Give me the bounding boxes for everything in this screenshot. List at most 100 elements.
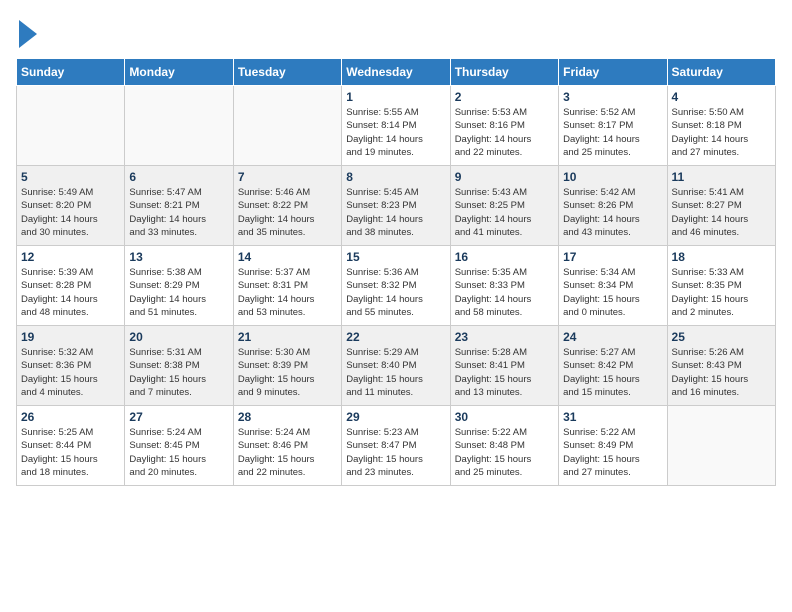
logo [16, 16, 37, 48]
day-number: 2 [455, 90, 554, 104]
day-info: Sunrise: 5:32 AM Sunset: 8:36 PM Dayligh… [21, 346, 120, 399]
day-info: Sunrise: 5:43 AM Sunset: 8:25 PM Dayligh… [455, 186, 554, 239]
day-number: 22 [346, 330, 445, 344]
calendar-cell: 19Sunrise: 5:32 AM Sunset: 8:36 PM Dayli… [17, 326, 125, 406]
day-info: Sunrise: 5:30 AM Sunset: 8:39 PM Dayligh… [238, 346, 337, 399]
calendar-cell: 28 Sunrise: 5:24 AM Sunset: 8:46 PM Dayli… [233, 406, 341, 486]
calendar-cell: 2 Sunrise: 5:53 AM Sunset: 8:16 PM Daylig… [450, 86, 558, 166]
day-info: Sunrise: 5:41 AM Sunset: 8:27 PM Dayligh… [672, 186, 771, 239]
calendar-cell: 30 Sunrise: 5:22 AM Sunset: 8:48 PM Dayli… [450, 406, 558, 486]
calendar-cell: 5 Sunrise: 5:49 AM Sunset: 8:20 PM Daylig… [17, 166, 125, 246]
day-info: Sunrise: 5:39 AM Sunset: 8:28 PM Dayligh… [21, 266, 120, 319]
calendar-cell: 1 Sunrise: 5:55 AM Sunset: 8:14 PM Daylig… [342, 86, 450, 166]
day-info: Sunrise: 5:29 AM Sunset: 8:40 PM Dayligh… [346, 346, 445, 399]
day-info: Sunrise: 5:24 AM Sunset: 8:45 PM Dayligh… [129, 426, 228, 479]
day-number: 5 [21, 170, 120, 184]
day-info: Sunrise: 5:37 AM Sunset: 8:31 PM Dayligh… [238, 266, 337, 319]
calendar-cell: 25 Sunrise: 5:26 AM Sunset: 8:43 PM Dayli… [667, 326, 775, 406]
calendar-cell: 7 Sunrise: 5:46 AM Sunset: 8:22 PM Daylig… [233, 166, 341, 246]
day-number: 16 [455, 250, 554, 264]
day-info: Sunrise: 5:52 AM Sunset: 8:17 PM Dayligh… [563, 106, 662, 159]
day-number: 1 [346, 90, 445, 104]
calendar-cell: 31 Sunrise: 5:22 AM Sunset: 8:49 PM Dayli… [559, 406, 667, 486]
calendar-cell: 3 Sunrise: 5:52 AM Sunset: 8:17 PM Daylig… [559, 86, 667, 166]
day-number: 28 [238, 410, 337, 424]
day-number: 30 [455, 410, 554, 424]
day-number: 7 [238, 170, 337, 184]
day-number: 20 [129, 330, 228, 344]
calendar-cell: 20 Sunrise: 5:31 AM Sunset: 8:38 PM Dayli… [125, 326, 233, 406]
day-info: Sunrise: 5:24 AM Sunset: 8:46 PM Dayligh… [238, 426, 337, 479]
calendar-cell: 18Sunrise: 5:33 AM Sunset: 8:35 PM Dayli… [667, 246, 775, 326]
day-info: Sunrise: 5:28 AM Sunset: 8:41 PM Dayligh… [455, 346, 554, 399]
day-info: Sunrise: 5:45 AM Sunset: 8:23 PM Dayligh… [346, 186, 445, 239]
day-info: Sunrise: 5:38 AM Sunset: 8:29 PM Dayligh… [129, 266, 228, 319]
col-header-monday: Monday [125, 59, 233, 86]
calendar-cell [17, 86, 125, 166]
day-number: 18 [672, 250, 771, 264]
day-number: 4 [672, 90, 771, 104]
calendar-cell: 6 Sunrise: 5:47 AM Sunset: 8:21 PM Daylig… [125, 166, 233, 246]
calendar-cell: 29Sunrise: 5:23 AM Sunset: 8:47 PM Dayli… [342, 406, 450, 486]
day-info: Sunrise: 5:35 AM Sunset: 8:33 PM Dayligh… [455, 266, 554, 319]
day-number: 25 [672, 330, 771, 344]
calendar-cell: 11 Sunrise: 5:41 AM Sunset: 8:27 PM Dayli… [667, 166, 775, 246]
col-header-friday: Friday [559, 59, 667, 86]
calendar-cell: 15 Sunrise: 5:36 AM Sunset: 8:32 PM Dayli… [342, 246, 450, 326]
day-number: 21 [238, 330, 337, 344]
col-header-saturday: Saturday [667, 59, 775, 86]
day-info: Sunrise: 5:42 AM Sunset: 8:26 PM Dayligh… [563, 186, 662, 239]
day-info: Sunrise: 5:27 AM Sunset: 8:42 PM Dayligh… [563, 346, 662, 399]
col-header-thursday: Thursday [450, 59, 558, 86]
day-info: Sunrise: 5:25 AM Sunset: 8:44 PM Dayligh… [21, 426, 120, 479]
day-number: 12 [21, 250, 120, 264]
day-info: Sunrise: 5:22 AM Sunset: 8:48 PM Dayligh… [455, 426, 554, 479]
day-number: 10 [563, 170, 662, 184]
col-header-sunday: Sunday [17, 59, 125, 86]
day-number: 6 [129, 170, 228, 184]
calendar-cell: 14 Sunrise: 5:37 AM Sunset: 8:31 PM Dayli… [233, 246, 341, 326]
calendar-cell: 26Sunrise: 5:25 AM Sunset: 8:44 PM Dayli… [17, 406, 125, 486]
col-header-tuesday: Tuesday [233, 59, 341, 86]
day-info: Sunrise: 5:36 AM Sunset: 8:32 PM Dayligh… [346, 266, 445, 319]
day-info: Sunrise: 5:53 AM Sunset: 8:16 PM Dayligh… [455, 106, 554, 159]
day-number: 3 [563, 90, 662, 104]
day-info: Sunrise: 5:47 AM Sunset: 8:21 PM Dayligh… [129, 186, 228, 239]
header [16, 16, 776, 48]
calendar-cell: 4 Sunrise: 5:50 AM Sunset: 8:18 PM Daylig… [667, 86, 775, 166]
day-info: Sunrise: 5:55 AM Sunset: 8:14 PM Dayligh… [346, 106, 445, 159]
calendar-cell: 12 Sunrise: 5:39 AM Sunset: 8:28 PM Dayli… [17, 246, 125, 326]
calendar-cell [233, 86, 341, 166]
calendar-cell: 10 Sunrise: 5:42 AM Sunset: 8:26 PM Dayli… [559, 166, 667, 246]
day-info: Sunrise: 5:31 AM Sunset: 8:38 PM Dayligh… [129, 346, 228, 399]
calendar-cell: 13 Sunrise: 5:38 AM Sunset: 8:29 PM Dayli… [125, 246, 233, 326]
day-number: 13 [129, 250, 228, 264]
calendar-cell: 16 Sunrise: 5:35 AM Sunset: 8:33 PM Dayli… [450, 246, 558, 326]
day-number: 14 [238, 250, 337, 264]
day-info: Sunrise: 5:23 AM Sunset: 8:47 PM Dayligh… [346, 426, 445, 479]
day-number: 9 [455, 170, 554, 184]
day-number: 31 [563, 410, 662, 424]
day-info: Sunrise: 5:49 AM Sunset: 8:20 PM Dayligh… [21, 186, 120, 239]
calendar-cell: 22 Sunrise: 5:29 AM Sunset: 8:40 PM Dayli… [342, 326, 450, 406]
day-number: 23 [455, 330, 554, 344]
day-info: Sunrise: 5:34 AM Sunset: 8:34 PM Dayligh… [563, 266, 662, 319]
calendar-cell [667, 406, 775, 486]
calendar-cell: 8 Sunrise: 5:45 AM Sunset: 8:23 PM Daylig… [342, 166, 450, 246]
col-header-wednesday: Wednesday [342, 59, 450, 86]
day-info: Sunrise: 5:46 AM Sunset: 8:22 PM Dayligh… [238, 186, 337, 239]
day-info: Sunrise: 5:26 AM Sunset: 8:43 PM Dayligh… [672, 346, 771, 399]
day-info: Sunrise: 5:50 AM Sunset: 8:18 PM Dayligh… [672, 106, 771, 159]
calendar-cell: 9 Sunrise: 5:43 AM Sunset: 8:25 PM Daylig… [450, 166, 558, 246]
day-number: 11 [672, 170, 771, 184]
day-number: 15 [346, 250, 445, 264]
day-number: 8 [346, 170, 445, 184]
calendar-table: SundayMondayTuesdayWednesdayThursdayFrid… [16, 58, 776, 486]
calendar-cell: 24 Sunrise: 5:27 AM Sunset: 8:42 PM Dayli… [559, 326, 667, 406]
day-info: Sunrise: 5:22 AM Sunset: 8:49 PM Dayligh… [563, 426, 662, 479]
calendar-cell: 23 Sunrise: 5:28 AM Sunset: 8:41 PM Dayli… [450, 326, 558, 406]
calendar-cell: 27Sunrise: 5:24 AM Sunset: 8:45 PM Dayli… [125, 406, 233, 486]
day-number: 24 [563, 330, 662, 344]
calendar-cell: 17Sunrise: 5:34 AM Sunset: 8:34 PM Dayli… [559, 246, 667, 326]
logo-arrow-icon [19, 20, 37, 48]
